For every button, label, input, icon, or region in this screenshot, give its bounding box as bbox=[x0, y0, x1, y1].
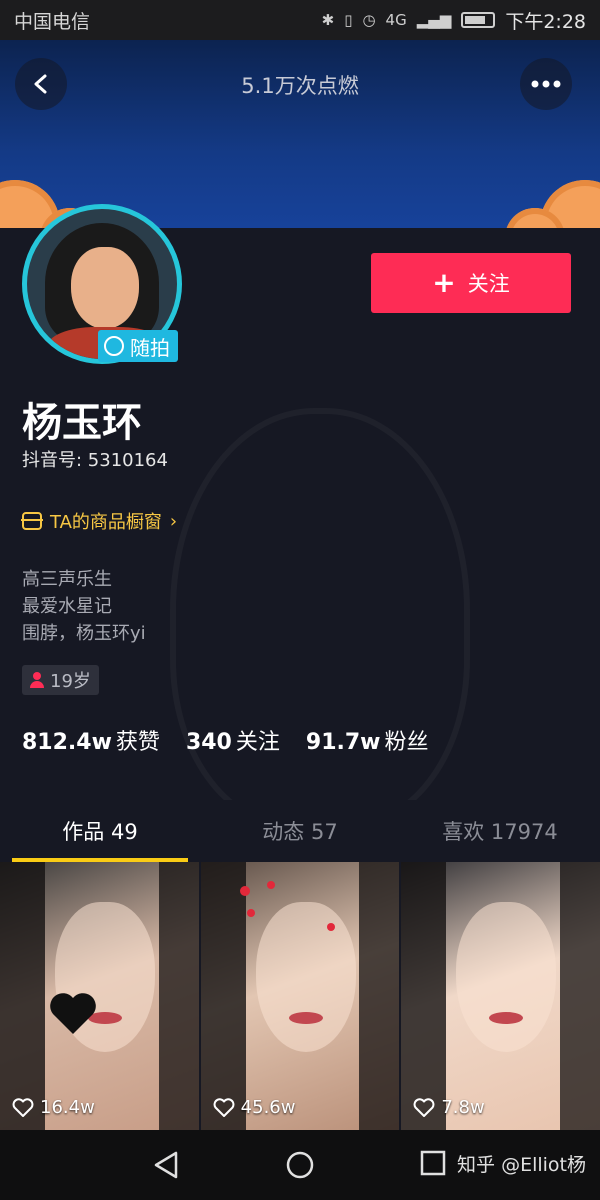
stat-label: 关注 bbox=[235, 730, 280, 755]
thumbnail-art bbox=[0, 862, 45, 1130]
battery-icon bbox=[461, 12, 496, 28]
thumbnail-art bbox=[359, 862, 400, 1130]
status-icons: ✱ ▯ ◷ 4G ▂▄▆ bbox=[322, 11, 496, 29]
video-thumbnail[interactable]: 16.4w bbox=[0, 862, 199, 1130]
stat-number: 91.7w bbox=[305, 730, 381, 755]
triangle-back-icon[interactable] bbox=[152, 1150, 182, 1180]
vibrate-icon: ▯ bbox=[344, 11, 353, 29]
profile-name: 杨玉环 bbox=[22, 400, 142, 446]
tab-moments[interactable]: 动态 57 bbox=[200, 800, 400, 862]
avatar-face bbox=[71, 247, 139, 329]
bio-line: 围脖，杨玉环yi bbox=[22, 623, 146, 644]
follow-label: 关注 bbox=[467, 272, 510, 296]
video-thumbnail[interactable]: 45.6w bbox=[200, 862, 400, 1130]
status-bar: 中国电信 ✱ ▯ ◷ 4G ▂▄▆ 下午2:28 bbox=[0, 0, 600, 40]
video-grid: 16.4w 45.6w 7.8w bbox=[0, 862, 600, 1130]
like-count: 16.4w bbox=[12, 1097, 95, 1118]
bio: 高三声乐生 最爱水星记 围脖，杨玉环yi bbox=[22, 566, 146, 647]
alarm-icon: ◷ bbox=[362, 11, 376, 29]
stat-label: 获赞 bbox=[115, 730, 160, 755]
bio-line: 最爱水星记 bbox=[22, 596, 112, 617]
more-dots-icon bbox=[531, 80, 561, 88]
shop-window-link[interactable]: TA的商品橱窗 › bbox=[21, 508, 178, 534]
shop-label: TA的商品橱窗 bbox=[50, 512, 162, 533]
like-count-label: 7.8w bbox=[441, 1097, 485, 1118]
signal-icon: ▂▄▆ bbox=[416, 11, 452, 29]
like-count-label: 16.4w bbox=[40, 1097, 95, 1118]
square-recents-icon[interactable] bbox=[420, 1150, 446, 1176]
heart-sticker-icon bbox=[50, 993, 96, 1034]
heart-outline-icon bbox=[413, 1097, 435, 1117]
random-shot-badge[interactable]: 随拍 bbox=[98, 330, 178, 362]
chevron-right-icon: › bbox=[169, 510, 178, 532]
watermark: 知乎 @Elliot杨 bbox=[457, 1154, 586, 1176]
tab-works[interactable]: 作品 49 bbox=[0, 800, 200, 862]
profile-tabs: 作品 49 动态 57 喜欢 17974 bbox=[0, 800, 600, 862]
follow-button[interactable]: + 关注 bbox=[371, 253, 571, 313]
circle-home-icon[interactable] bbox=[285, 1150, 315, 1180]
profile-banner: 5.1万次点燃 bbox=[0, 40, 600, 228]
like-count: 45.6w bbox=[213, 1097, 296, 1118]
tab-likes[interactable]: 喜欢 17974 bbox=[400, 800, 600, 862]
heart-outline-icon bbox=[12, 1097, 34, 1117]
heart-outline-icon bbox=[213, 1097, 235, 1117]
more-button[interactable] bbox=[520, 58, 572, 110]
system-nav-bar: 知乎 @Elliot杨 bbox=[0, 1130, 600, 1200]
page-title: 5.1万次点燃 bbox=[241, 74, 359, 98]
bluetooth-icon: ✱ bbox=[321, 11, 335, 29]
thumbnail-art bbox=[288, 1012, 323, 1024]
red-hearts-sticker-icon bbox=[239, 881, 335, 931]
thumbnail-art bbox=[456, 902, 557, 1052]
plus-icon: + bbox=[432, 266, 456, 299]
random-shot-icon bbox=[104, 336, 124, 356]
badge-label: 随拍 bbox=[130, 335, 170, 360]
person-icon bbox=[30, 672, 44, 688]
clock: 下午2:28 bbox=[505, 10, 586, 33]
stat-number: 340 bbox=[185, 730, 232, 755]
stat-label: 粉丝 bbox=[384, 730, 429, 755]
shopping-bag-icon bbox=[21, 512, 43, 530]
bio-line: 高三声乐生 bbox=[22, 569, 112, 590]
like-count: 7.8w bbox=[413, 1097, 485, 1118]
thumbnail-art bbox=[560, 862, 600, 1130]
age-tag: 19岁 bbox=[22, 665, 99, 695]
thumbnail-art bbox=[158, 862, 199, 1130]
carrier-label: 中国电信 bbox=[14, 10, 91, 33]
stat-number: 812.4w bbox=[22, 730, 112, 755]
thumbnail-art bbox=[401, 862, 447, 1130]
network-label: 4G bbox=[385, 11, 407, 29]
douyin-id: 抖音号: 5310164 bbox=[22, 450, 168, 471]
like-count-label: 45.6w bbox=[240, 1097, 296, 1118]
stat-followers[interactable]: 91.7w 粉丝 bbox=[306, 724, 429, 756]
stat-likes[interactable]: 812.4w 获赞 bbox=[22, 724, 160, 756]
profile-stats: 812.4w 获赞 340 关注 91.7w 粉丝 bbox=[22, 724, 429, 756]
stat-following[interactable]: 340 关注 bbox=[186, 724, 280, 756]
video-thumbnail[interactable]: 7.8w bbox=[401, 862, 600, 1130]
age-label: 19岁 bbox=[50, 671, 91, 692]
